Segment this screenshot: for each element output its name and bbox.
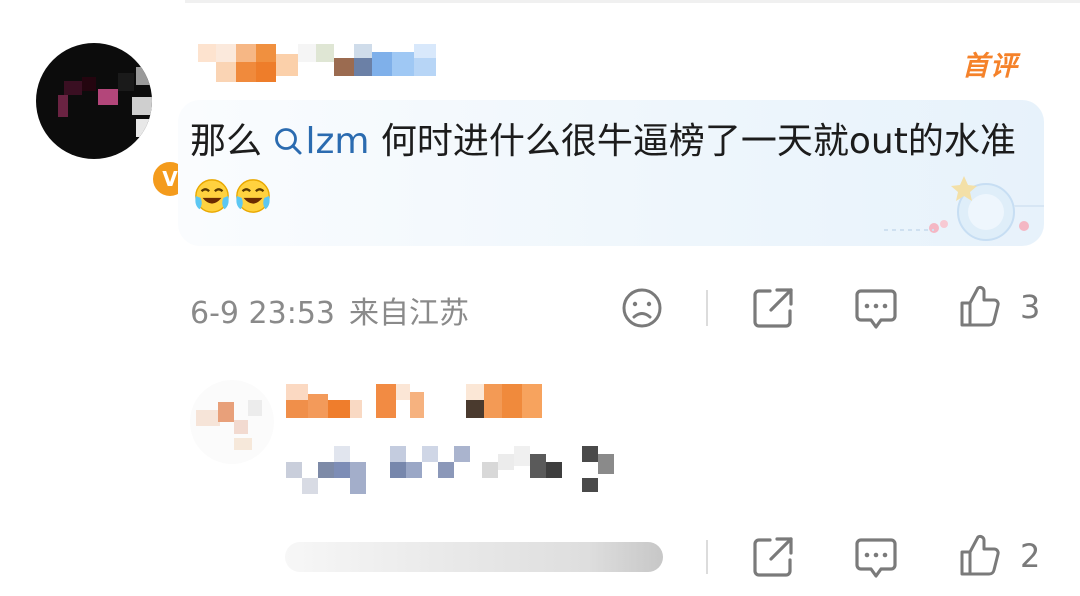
location: 来自江苏 (349, 296, 469, 331)
reply-avatar[interactable] (190, 380, 274, 464)
action-divider (706, 290, 708, 326)
username-mosaic[interactable] (198, 44, 438, 84)
comment-bubble-icon (855, 289, 897, 329)
share-icon (753, 537, 793, 577)
comment-text: 那么 lzm 何时进什么很牛逼榜了一天就out的水准 (190, 114, 1030, 226)
like-button[interactable]: 2 (958, 533, 1040, 579)
share-icon (753, 288, 793, 328)
like-count: 3 (1020, 288, 1041, 326)
reply-text-mosaic (286, 446, 616, 496)
user-mention-name: lzm (305, 121, 370, 162)
action-divider (706, 540, 708, 574)
reply-username-mosaic[interactable] (286, 384, 556, 420)
timestamp: 6-9 23:53 (190, 296, 335, 331)
crying-laughing-face-icon (195, 179, 229, 213)
thumbs-up-icon (960, 534, 1000, 576)
comment-text-prefix: 那么 (190, 121, 274, 162)
comment-text-suffix: 何时进什么很牛逼榜了一天就out的水准 (369, 121, 1016, 162)
comment-meta: 6-9 23:53 来自江苏 (190, 288, 469, 332)
crying-laughing-face-icon (236, 179, 270, 213)
top-divider (185, 0, 1080, 3)
search-icon (275, 128, 302, 155)
reply-button[interactable] (853, 535, 899, 581)
avatar-image (36, 43, 152, 159)
comment-bubble-icon (855, 538, 897, 578)
user-mention[interactable]: lzm (273, 121, 369, 162)
first-comment-badge: 首评 (962, 51, 1018, 82)
avatar[interactable]: V (36, 43, 190, 199)
sad-face-icon (622, 288, 662, 328)
dislike-button[interactable] (620, 286, 664, 330)
share-button[interactable] (750, 534, 796, 580)
like-button[interactable]: 3 (958, 284, 1040, 330)
like-count: 2 (1020, 537, 1041, 575)
thumbs-up-icon (960, 285, 1000, 327)
reply-button[interactable] (853, 286, 899, 332)
share-button[interactable] (750, 285, 796, 331)
reply-meta-mosaic (285, 542, 663, 572)
